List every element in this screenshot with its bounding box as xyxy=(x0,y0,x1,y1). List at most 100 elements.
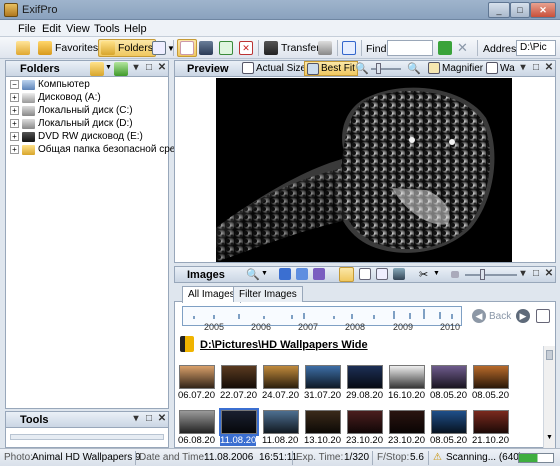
tree-item-drive-c[interactable]: + Локальный диск (C:) xyxy=(10,105,133,116)
tree-item-drive-d[interactable]: + Локальный диск (D:) xyxy=(10,118,133,129)
thumbnail-image[interactable] xyxy=(219,408,259,436)
thumbnail-image[interactable] xyxy=(431,410,467,434)
menu-file[interactable]: File xyxy=(18,23,36,35)
thumbnail-image[interactable] xyxy=(347,365,383,389)
find-input[interactable] xyxy=(387,40,433,56)
expand-icon[interactable]: + xyxy=(10,119,19,128)
thumbnail-date: 29.08.20 xyxy=(346,390,383,401)
thumbnail-image[interactable] xyxy=(179,365,215,389)
thumbnail-date: 21.10.20 xyxy=(472,435,509,446)
sort-icon[interactable] xyxy=(313,268,325,280)
panel-menu-icon[interactable]: ▾ xyxy=(517,62,529,74)
wallpaper-button[interactable]: Wa xyxy=(486,62,515,74)
zoom-out-icon[interactable]: 🔍 xyxy=(355,62,369,75)
rotate-button[interactable] xyxy=(217,39,235,57)
chevron-down-icon[interactable]: ▼ xyxy=(105,64,112,71)
panel-maximize-icon[interactable]: □ xyxy=(530,268,542,280)
thumbnail-image[interactable] xyxy=(473,365,509,389)
thumbnail-image[interactable] xyxy=(263,365,299,389)
scan-button[interactable] xyxy=(14,39,32,57)
thumbnail-image[interactable] xyxy=(389,410,425,434)
thumbnail-date: 23.10.20 xyxy=(388,435,425,446)
print-button[interactable] xyxy=(316,39,334,57)
thumbnails-view-icon[interactable] xyxy=(339,267,354,282)
filter-button[interactable] xyxy=(436,39,454,57)
folder-options-icon[interactable] xyxy=(90,62,104,76)
thumbnail-image[interactable] xyxy=(263,410,299,434)
close-button[interactable]: ✕ xyxy=(530,2,556,18)
preview-view-icon[interactable] xyxy=(393,268,405,280)
expand-icon[interactable]: + xyxy=(10,106,19,115)
zoom-in-icon[interactable]: 🔍 xyxy=(407,62,421,75)
panel-close-icon[interactable]: ✕ xyxy=(543,268,555,280)
address-input[interactable]: D:\Pic xyxy=(516,40,556,56)
menu-view[interactable]: View xyxy=(66,23,90,35)
delete-button[interactable]: ✕ xyxy=(237,39,255,57)
tools-icon[interactable]: ✂ xyxy=(419,268,428,281)
menu-help[interactable]: Help xyxy=(124,23,147,35)
folder-icon xyxy=(101,41,115,55)
panel-maximize-icon[interactable]: □ xyxy=(143,413,155,425)
panels-toggle-button[interactable] xyxy=(177,39,197,57)
select-icon[interactable] xyxy=(279,268,291,280)
vertical-scrollbar[interactable]: ▼ xyxy=(543,346,555,448)
folder-path-link[interactable]: D:\Pictures\HD Wallpapers Wide xyxy=(200,339,368,351)
transfer-button[interactable]: Transfer xyxy=(262,39,322,57)
tab-filter-images[interactable]: Filter Images xyxy=(233,286,303,302)
collapse-icon[interactable]: − xyxy=(10,80,19,89)
expand-icon[interactable]: + xyxy=(10,145,19,154)
forward-arrow-icon[interactable]: ▶ xyxy=(516,309,530,323)
clear-find-button[interactable]: ✕ xyxy=(455,39,470,57)
panel-menu-icon[interactable]: ▾ xyxy=(130,413,142,425)
best-fit-button[interactable]: Best Fit xyxy=(304,61,358,76)
thumbnail-image[interactable] xyxy=(473,410,509,434)
thumbnail-image[interactable] xyxy=(305,410,341,434)
search-icon[interactable]: 🔍 xyxy=(246,268,260,281)
panel-maximize-icon[interactable]: □ xyxy=(143,62,155,74)
tree-item-drive-e[interactable]: + DVD RW дисковод (E:) xyxy=(10,131,143,142)
tiles-view-icon[interactable] xyxy=(376,268,388,280)
panel-close-icon[interactable]: ✕ xyxy=(543,62,555,74)
expand-icon[interactable]: + xyxy=(10,132,19,141)
zoom-slider-thumb[interactable] xyxy=(376,63,381,74)
actual-size-button[interactable]: Actual Size xyxy=(242,62,306,74)
panel-close-icon[interactable]: ✕ xyxy=(156,413,168,425)
menu-tools[interactable]: Tools xyxy=(94,23,120,35)
thumbnail-image[interactable] xyxy=(431,365,467,389)
panel-menu-icon[interactable]: ▾ xyxy=(517,268,529,280)
thumb-size-slider[interactable] xyxy=(465,274,517,276)
scroll-down-icon[interactable]: ▼ xyxy=(546,434,553,441)
calendar-filter-icon[interactable] xyxy=(536,309,550,323)
tree-item-shared-folder[interactable]: + Общая папка безопасной среды xyxy=(10,144,188,155)
maximize-button[interactable]: □ xyxy=(510,2,530,18)
tree-item-drive-a[interactable]: + Дисковод (A:) xyxy=(10,92,101,103)
thumbnail-image[interactable] xyxy=(347,410,383,434)
menu-edit[interactable]: Edit xyxy=(42,23,61,35)
thumb-size-slider-thumb[interactable] xyxy=(480,269,485,280)
panel-close-icon[interactable]: ✕ xyxy=(156,62,168,74)
scroll-thumb[interactable] xyxy=(546,350,553,360)
thumbnail-image[interactable] xyxy=(179,410,215,434)
thumbnail-image[interactable] xyxy=(389,365,425,389)
exif-button[interactable] xyxy=(197,39,215,57)
panel-menu-icon[interactable]: ▾ xyxy=(130,62,142,74)
back-arrow-icon[interactable]: ◀ xyxy=(472,309,486,323)
magnifier-button[interactable]: Magnifier xyxy=(428,62,483,74)
wallpaper-icon xyxy=(486,62,498,74)
details-view-icon[interactable] xyxy=(359,268,371,280)
minimize-button[interactable]: _ xyxy=(488,2,510,18)
group-icon[interactable] xyxy=(296,268,308,280)
folder-up-icon[interactable] xyxy=(114,62,128,76)
back-label[interactable]: Back xyxy=(489,311,511,322)
panel-maximize-icon[interactable]: □ xyxy=(530,62,542,74)
thumbnail-image[interactable] xyxy=(305,365,341,389)
expand-icon[interactable]: + xyxy=(10,93,19,102)
thumbnail-image[interactable] xyxy=(221,365,257,389)
tree-item-computer[interactable]: − Компьютер xyxy=(10,79,90,90)
photo-name: Animal HD Wallpapers 9 xyxy=(32,452,141,463)
chevron-down-icon[interactable]: ▼ xyxy=(433,270,440,277)
chevron-down-icon[interactable]: ▼ xyxy=(261,270,268,277)
slideshow-button[interactable] xyxy=(340,39,358,57)
tab-all-images[interactable]: All Images xyxy=(182,286,241,303)
folders-button[interactable]: Folders xyxy=(98,39,157,57)
